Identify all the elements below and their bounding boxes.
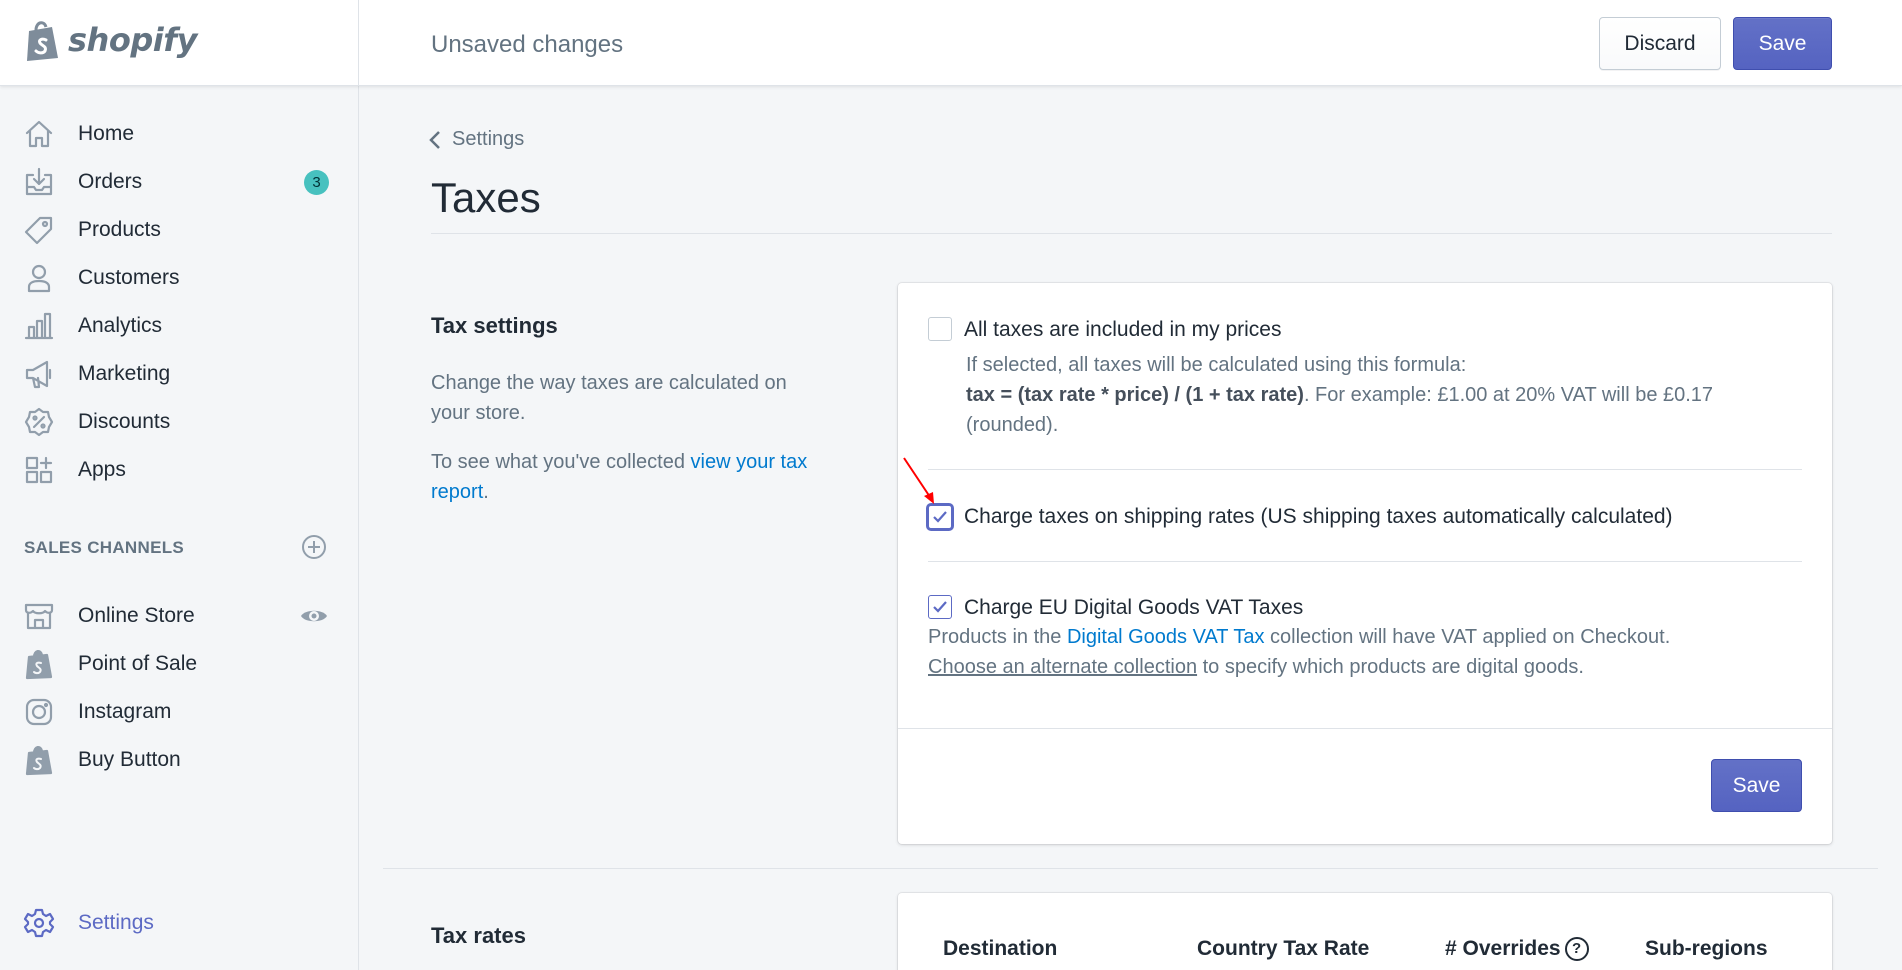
tax-report-suffix: . bbox=[483, 481, 489, 503]
eu-vat-help-line2: Choose an alternate collection to specif… bbox=[928, 652, 1808, 682]
column-header-overrides: # Overrides? bbox=[1445, 937, 1589, 962]
bar-chart-icon bbox=[22, 309, 56, 343]
apps-icon bbox=[22, 453, 56, 487]
add-sales-channel-icon[interactable] bbox=[300, 533, 328, 561]
orders-count-badge: 3 bbox=[304, 170, 329, 195]
annotation-arrow bbox=[903, 457, 934, 504]
tax-formula: tax = (tax rate * price) / (1 + tax rate… bbox=[966, 384, 1304, 406]
sidebar-item-discounts[interactable]: Discounts bbox=[0, 400, 358, 444]
column-header-destination: Destination bbox=[943, 937, 1058, 960]
sidebar-item-label: Instagram bbox=[78, 700, 172, 723]
option-divider bbox=[928, 561, 1802, 562]
formula-example: . For example: £1.00 at 20% VAT will be … bbox=[1303, 384, 1714, 406]
sidebar-item-label: Discounts bbox=[78, 410, 171, 433]
sales-channels-heading: SALES CHANNELS bbox=[24, 538, 185, 557]
sidebar-item-label: Online Store bbox=[78, 604, 195, 627]
sidebar-item-label: Home bbox=[78, 122, 135, 145]
shipping-taxes-label: Charge taxes on shipping rates (US shipp… bbox=[964, 505, 1673, 528]
person-icon bbox=[22, 261, 56, 295]
checkmark-icon bbox=[933, 601, 947, 613]
sidebar-item-orders[interactable]: Orders 3 bbox=[0, 160, 358, 204]
title-divider bbox=[431, 233, 1832, 234]
sidebar-item-label: Marketing bbox=[78, 362, 171, 385]
sidebar-item-marketing[interactable]: Marketing bbox=[0, 352, 358, 396]
sidebar-item-products[interactable]: Products bbox=[0, 208, 358, 252]
shipping-taxes-checkbox[interactable] bbox=[928, 505, 952, 529]
choose-alternate-collection-link[interactable]: Choose an alternate collection bbox=[928, 656, 1197, 678]
shopify-bag-icon bbox=[27, 21, 58, 61]
save-button[interactable]: Save bbox=[1733, 17, 1832, 70]
sidebar-item-label: Orders bbox=[78, 170, 143, 193]
formula-rounded-note: (rounded). bbox=[966, 414, 1059, 436]
view-store-icon[interactable] bbox=[299, 601, 329, 631]
taxes-included-checkbox[interactable] bbox=[928, 317, 952, 341]
column-header-country-tax-rate: Country Tax Rate bbox=[1197, 937, 1370, 960]
sidebar-item-label: Point of Sale bbox=[78, 652, 198, 675]
taxes-included-help: If selected, all taxes will be calculate… bbox=[966, 350, 1786, 440]
discount-icon bbox=[22, 405, 56, 439]
chevron-left-icon bbox=[429, 130, 440, 149]
shopify-bag-icon bbox=[22, 743, 56, 777]
store-icon bbox=[22, 599, 56, 633]
tax-settings-card: All taxes are included in my prices If s… bbox=[898, 283, 1832, 844]
sidebar-item-analytics[interactable]: Analytics bbox=[0, 304, 358, 348]
breadcrumb[interactable]: Settings bbox=[428, 128, 524, 151]
home-icon bbox=[22, 117, 56, 151]
brand-name: shopify bbox=[68, 21, 197, 59]
help-icon[interactable]: ? bbox=[1564, 937, 1589, 962]
shopify-logo[interactable]: shopify bbox=[24, 18, 359, 62]
gear-icon bbox=[22, 906, 56, 940]
sidebar-item-label: Analytics bbox=[78, 314, 163, 337]
megaphone-icon bbox=[22, 357, 56, 391]
digital-goods-collection-link[interactable]: Digital Goods VAT Tax bbox=[1067, 626, 1265, 648]
checkmark-icon bbox=[933, 511, 947, 523]
sidebar-item-online-store[interactable]: Online Store bbox=[0, 594, 358, 638]
sidebar-item-point-of-sale[interactable]: Point of Sale bbox=[0, 642, 358, 686]
eu-vat-help: Products in the Digital Goods VAT Tax co… bbox=[928, 622, 1808, 682]
orders-icon bbox=[22, 165, 56, 199]
unsaved-changes-label: Unsaved changes bbox=[431, 31, 624, 58]
sidebar-item-settings[interactable]: Settings bbox=[0, 901, 358, 945]
breadcrumb-label: Settings bbox=[452, 128, 525, 150]
sidebar-item-apps[interactable]: Apps bbox=[0, 448, 358, 492]
tax-report-prefix: To see what you've collected bbox=[431, 451, 691, 473]
formula-line: tax = (tax rate * price) / (1 + tax rate… bbox=[966, 380, 1786, 410]
column-header-sub-regions: Sub-regions bbox=[1645, 937, 1768, 960]
sidebar-item-label: Customers bbox=[78, 266, 180, 289]
taxes-included-label: All taxes are included in my prices bbox=[964, 318, 1282, 341]
sidebar-item-label: Apps bbox=[78, 458, 126, 481]
discard-button[interactable]: Discard bbox=[1599, 17, 1721, 70]
sidebar-item-instagram[interactable]: Instagram bbox=[0, 690, 358, 734]
overrides-label: # Overrides bbox=[1445, 937, 1561, 960]
page-title: Taxes bbox=[431, 174, 541, 221]
tax-settings-description: Change the way taxes are calculated on y… bbox=[431, 372, 787, 424]
instagram-icon bbox=[22, 695, 56, 729]
eu-vat-checkbox[interactable] bbox=[928, 595, 952, 619]
top-bar: shopify Unsaved changes Discard Save bbox=[0, 0, 1902, 86]
tax-report-text: To see what you've collected view your t… bbox=[431, 447, 821, 507]
sidebar: Home Orders 3 Products Customers Analyti… bbox=[0, 86, 359, 970]
tax-rates-title: Tax rates bbox=[431, 923, 526, 948]
sidebar-item-home[interactable]: Home bbox=[0, 112, 358, 156]
sidebar-item-label: Buy Button bbox=[78, 748, 181, 771]
sidebar-item-buy-button[interactable]: Buy Button bbox=[0, 738, 358, 782]
formula-intro: If selected, all taxes will be calculate… bbox=[966, 354, 1467, 376]
option-divider bbox=[928, 469, 1802, 470]
sidebar-item-label: Settings bbox=[78, 911, 154, 934]
sidebar-item-label: Products bbox=[78, 218, 161, 241]
tax-settings-title: Tax settings bbox=[431, 313, 558, 338]
tag-icon bbox=[22, 213, 56, 247]
section-divider bbox=[383, 868, 1878, 869]
save-tax-settings-button[interactable]: Save bbox=[1711, 759, 1802, 812]
eu-vat-alt-suffix: to specify which products are digital go… bbox=[1197, 656, 1584, 678]
eu-vat-label: Charge EU Digital Goods VAT Taxes bbox=[964, 596, 1304, 619]
eu-vat-help-suffix: collection will have VAT applied on Chec… bbox=[1264, 626, 1671, 648]
eu-vat-help-line1: Products in the Digital Goods VAT Tax co… bbox=[928, 622, 1808, 652]
topbar-divider bbox=[358, 0, 359, 86]
sidebar-item-customers[interactable]: Customers bbox=[0, 256, 358, 300]
eu-vat-help-prefix: Products in the bbox=[928, 626, 1067, 648]
card-footer-divider bbox=[898, 728, 1832, 729]
shopify-bag-icon bbox=[22, 647, 56, 681]
